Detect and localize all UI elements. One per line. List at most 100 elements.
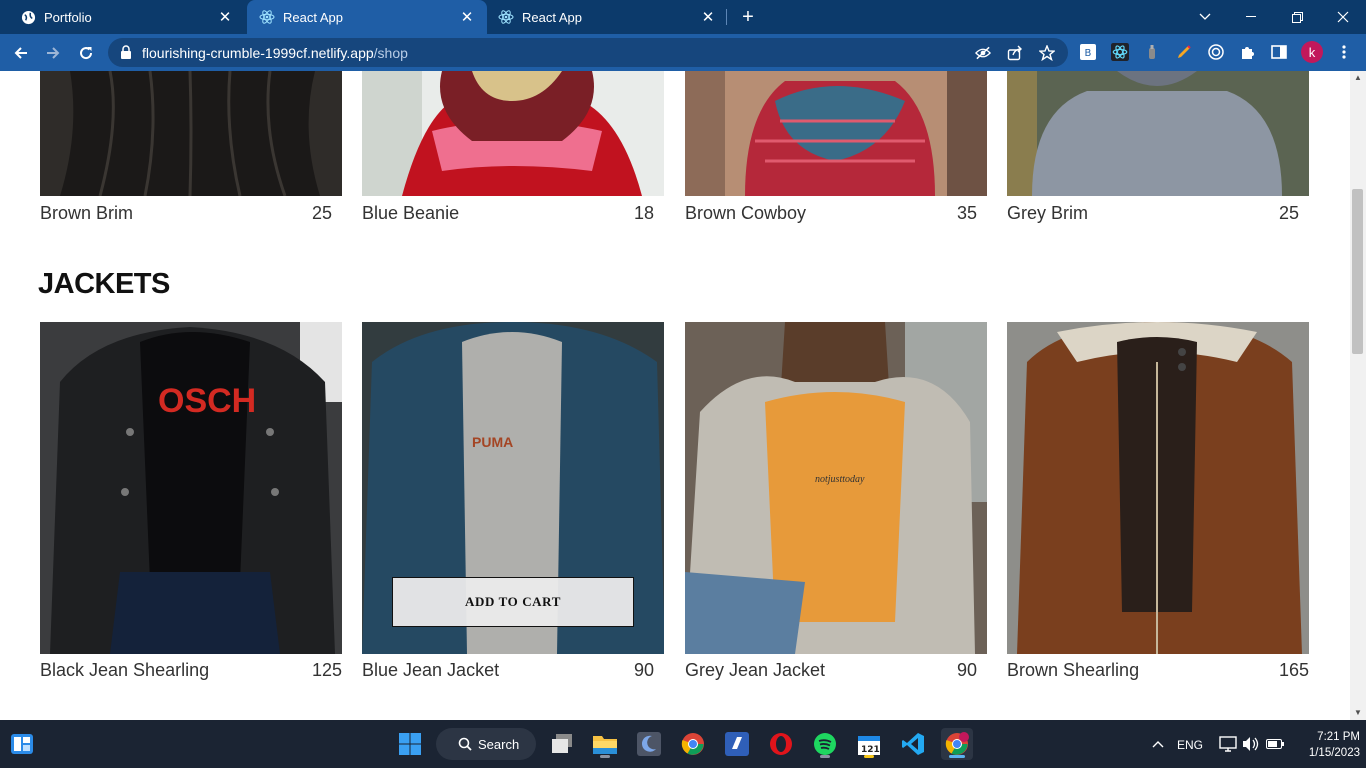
product-image[interactable]: notjusttoday (685, 322, 987, 654)
page-scrollbar[interactable]: ▲ ▼ (1350, 71, 1366, 720)
close-icon[interactable]: ✕ (700, 9, 716, 26)
product-footer: Black Jean Shearling 125 (40, 660, 342, 684)
new-tab-button[interactable]: + (736, 5, 760, 29)
product-name: Grey Jean Jacket (685, 660, 826, 680)
system-clock[interactable]: 7:21 PM 1/15/2023 (1290, 729, 1360, 761)
windows-taskbar: Search 121 ENG (0, 720, 1366, 768)
product-price: 25 (1278, 203, 1299, 223)
chrome-icon[interactable] (677, 728, 709, 760)
product-price: 18 (633, 203, 654, 223)
search-icon (458, 737, 472, 751)
react-icon (498, 9, 514, 25)
product-name: Blue Jean Jacket (362, 660, 500, 680)
tab-react-app[interactable]: React App ✕ (488, 0, 728, 34)
product-image[interactable] (362, 71, 664, 196)
kebab-menu-icon[interactable] (1335, 43, 1353, 61)
product-name: Blue Beanie (362, 203, 460, 223)
reload-button[interactable] (73, 40, 99, 66)
eye-off-icon[interactable] (975, 45, 991, 61)
spotify-icon[interactable] (809, 728, 841, 760)
vscode-icon[interactable] (897, 728, 929, 760)
side-panel-icon[interactable] (1270, 43, 1288, 61)
close-window-button[interactable] (1320, 0, 1366, 34)
product-name: Grey Brim (1007, 203, 1088, 223)
forward-button[interactable] (40, 40, 66, 66)
extension-b-icon[interactable]: B (1079, 43, 1097, 61)
restore-button[interactable] (1274, 0, 1320, 34)
scroll-down-arrow-icon[interactable]: ▼ (1350, 708, 1366, 718)
product-name: Brown Brim (40, 203, 134, 223)
lock-icon[interactable] (120, 45, 132, 64)
product-price: 90 (956, 660, 977, 680)
running-indicator (820, 755, 830, 758)
section-title-jackets[interactable]: JACKETS (38, 268, 170, 301)
product-footer: Blue Beanie 18 (362, 203, 664, 227)
product-price: 25 (311, 203, 332, 223)
tab-search-chevron-icon[interactable] (1182, 0, 1228, 34)
taskbar-search[interactable]: Search (436, 728, 536, 760)
sublime-style-app-icon[interactable] (721, 728, 753, 760)
calendar-badge: 121 (861, 745, 880, 755)
bookmark-star-icon[interactable] (1039, 45, 1055, 61)
product-image[interactable] (1007, 71, 1309, 196)
close-icon[interactable]: ✕ (217, 9, 233, 26)
product-image[interactable] (685, 71, 987, 196)
share-icon[interactable] (1007, 45, 1023, 61)
tab-title: React App (283, 9, 343, 25)
tab-separator (726, 9, 727, 25)
tab-react-app-active[interactable]: React App ✕ (247, 0, 487, 34)
browser-tab-strip: Portfolio ✕ React App ✕ React App ✕ + (0, 0, 1366, 34)
back-button[interactable] (8, 40, 34, 66)
taskbar-search-label: Search (478, 736, 520, 752)
file-explorer-icon[interactable] (589, 728, 621, 760)
minimize-button[interactable] (1228, 0, 1274, 34)
browser-toolbar: flourishing-crumble-1999cf.netlify.app/s… (0, 34, 1366, 71)
product-footer: Blue Jean Jacket 90 (362, 660, 664, 684)
active-indicator (949, 755, 965, 758)
add-to-cart-button[interactable]: ADD TO CART (392, 577, 634, 627)
chrome-profile-icon[interactable] (941, 728, 973, 760)
tab-portfolio[interactable]: Portfolio ✕ (0, 0, 245, 34)
profile-avatar[interactable]: k (1301, 41, 1323, 63)
extension-target-icon[interactable] (1207, 43, 1225, 61)
start-windows-icon[interactable] (394, 728, 426, 760)
svg-text:B: B (1085, 48, 1092, 59)
extensions-puzzle-icon[interactable] (1239, 43, 1257, 61)
react-devtools-icon[interactable] (1111, 43, 1129, 61)
scrollbar-thumb[interactable] (1352, 189, 1363, 354)
address-bar[interactable]: flourishing-crumble-1999cf.netlify.app/s… (108, 38, 1068, 67)
clock-time: 7:21 PM (1317, 731, 1360, 743)
svg-text:notjusttoday: notjusttoday (815, 474, 865, 485)
tab-title: React App (522, 9, 582, 25)
product-name: Black Jean Shearling (40, 660, 210, 680)
product-footer: Brown Cowboy 35 (685, 203, 987, 227)
product-image[interactable] (1007, 322, 1309, 654)
product-image[interactable] (40, 71, 342, 196)
url-path: /shop (373, 45, 408, 61)
extension-bottle-icon[interactable] (1143, 43, 1161, 61)
tab-title: Portfolio (44, 9, 92, 25)
shop-page: Brown Brim 25 Blue Beanie 18 Brown Cowbo… (0, 71, 1350, 720)
globe-icon (20, 9, 36, 25)
scroll-up-arrow-icon[interactable]: ▲ (1350, 73, 1366, 83)
calendar-app-icon[interactable]: 121 (853, 728, 885, 760)
extension-pen-icon[interactable] (1175, 43, 1193, 61)
close-icon[interactable]: ✕ (459, 9, 475, 26)
url-host: flourishing-crumble-1999cf.netlify.app (142, 45, 374, 61)
night-app-icon[interactable] (633, 728, 665, 760)
product-name: Brown Shearling (1007, 660, 1140, 680)
product-price: 165 (1278, 660, 1309, 680)
input-language[interactable]: ENG (1177, 738, 1203, 752)
product-price: 90 (633, 660, 654, 680)
battery-icon[interactable] (1259, 728, 1291, 760)
product-image[interactable]: OSCH (40, 322, 342, 654)
url-text: flourishing-crumble-1999cf.netlify.app/s… (142, 45, 408, 61)
product-price: 125 (311, 660, 342, 680)
task-view-icon[interactable] (546, 728, 578, 760)
opera-icon[interactable] (765, 728, 797, 760)
clock-date: 1/15/2023 (1308, 747, 1360, 759)
product-footer: Grey Brim 25 (1007, 203, 1309, 227)
widgets-icon[interactable] (6, 728, 38, 760)
product-footer: Grey Jean Jacket 90 (685, 660, 987, 684)
chevron-up-icon[interactable] (1142, 728, 1174, 760)
